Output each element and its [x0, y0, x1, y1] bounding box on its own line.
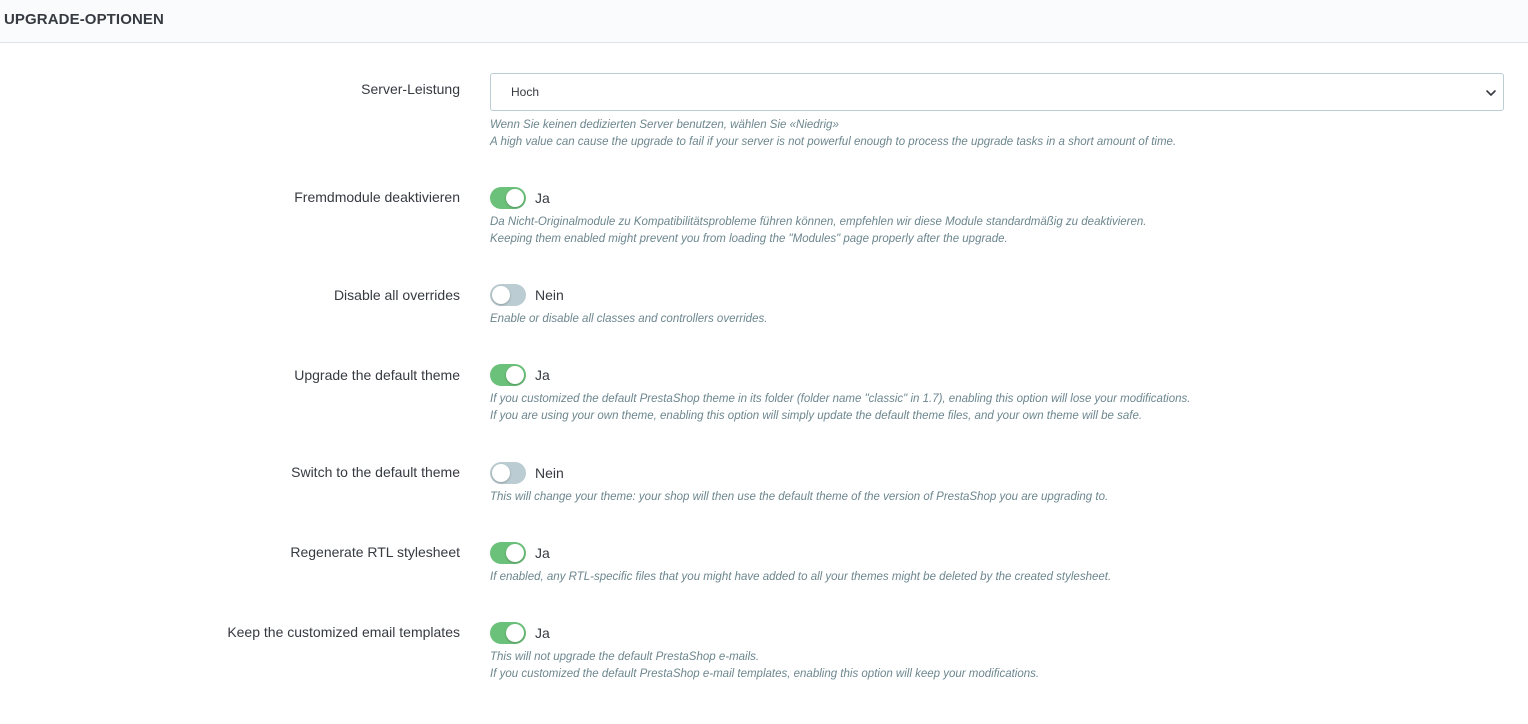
toggle-knob: [506, 366, 524, 384]
option-label: Switch to the default theme: [291, 464, 460, 480]
option-help: This will change your theme: your shop w…: [490, 489, 1108, 506]
option-help: Da Nicht-Originalmodule zu Kompatibilitä…: [490, 214, 1146, 248]
toggle-knob: [506, 624, 524, 642]
help-line: Da Nicht-Originalmodule zu Kompatibilitä…: [490, 216, 1147, 228]
toggle-knob: [506, 189, 524, 207]
chevron-down-icon: [1486, 90, 1496, 96]
toggle-knob: [492, 464, 510, 482]
option-label: Disable all overrides: [333, 287, 460, 303]
toggle-state-label: Nein: [535, 465, 564, 481]
toggle-state-label: Ja: [535, 190, 550, 206]
toggle-switch[interactable]: [490, 187, 526, 209]
toggle-state-label: Ja: [535, 625, 550, 641]
help-line: If enabled, any RTL-specific files that …: [490, 571, 1112, 583]
option-help: Enable or disable all classes and contro…: [490, 311, 767, 328]
help-line: If you customized the default PrestaShop…: [490, 393, 1191, 405]
option-label: Upgrade the default theme: [294, 367, 460, 383]
toggle-switch[interactable]: [490, 542, 526, 564]
option-help: This will not upgrade the default Presta…: [490, 649, 1039, 683]
panel-title: UPGRADE-OPTIONEN: [4, 11, 164, 28]
toggle-state-label: Ja: [535, 367, 550, 383]
help-line: Wenn Sie keinen dedizierten Server benut…: [490, 119, 839, 131]
help-line: A high value can cause the upgrade to fa…: [490, 136, 1177, 148]
option-label: Regenerate RTL stylesheet: [290, 544, 460, 560]
toggle-knob: [492, 286, 510, 304]
option-label: Keep the customized email templates: [227, 624, 460, 640]
help-line: Keeping them enabled might prevent you f…: [490, 233, 1008, 245]
toggle-state-label: Ja: [535, 545, 550, 561]
toggle-switch[interactable]: [490, 462, 526, 484]
server-performance-label: Server-Leistung: [361, 81, 460, 97]
option-help: If enabled, any RTL-specific files that …: [490, 569, 1111, 586]
help-line: If you customized the default PrestaShop…: [490, 668, 1040, 680]
help-line: If you are using your own theme, enablin…: [490, 410, 1143, 422]
toggle-state-label: Nein: [535, 287, 564, 303]
toggle-switch[interactable]: [490, 622, 526, 644]
option-help: If you customized the default PrestaShop…: [490, 391, 1190, 425]
toggle-switch[interactable]: [490, 364, 526, 386]
help-line: This will not upgrade the default Presta…: [490, 651, 760, 663]
toggle-switch[interactable]: [490, 284, 526, 306]
toggle-knob: [506, 544, 524, 562]
help-line: Enable or disable all classes and contro…: [490, 313, 768, 325]
server-performance-help: Wenn Sie keinen dedizierten Server benut…: [490, 117, 1176, 151]
panel-header: UPGRADE-OPTIONEN: [0, 0, 1528, 43]
help-line: This will change your theme: your shop w…: [490, 491, 1109, 503]
option-label: Fremdmodule deaktivieren: [294, 189, 460, 205]
server-performance-selected-value: Hoch: [511, 85, 540, 99]
server-performance-select[interactable]: Hoch: [490, 73, 1504, 111]
